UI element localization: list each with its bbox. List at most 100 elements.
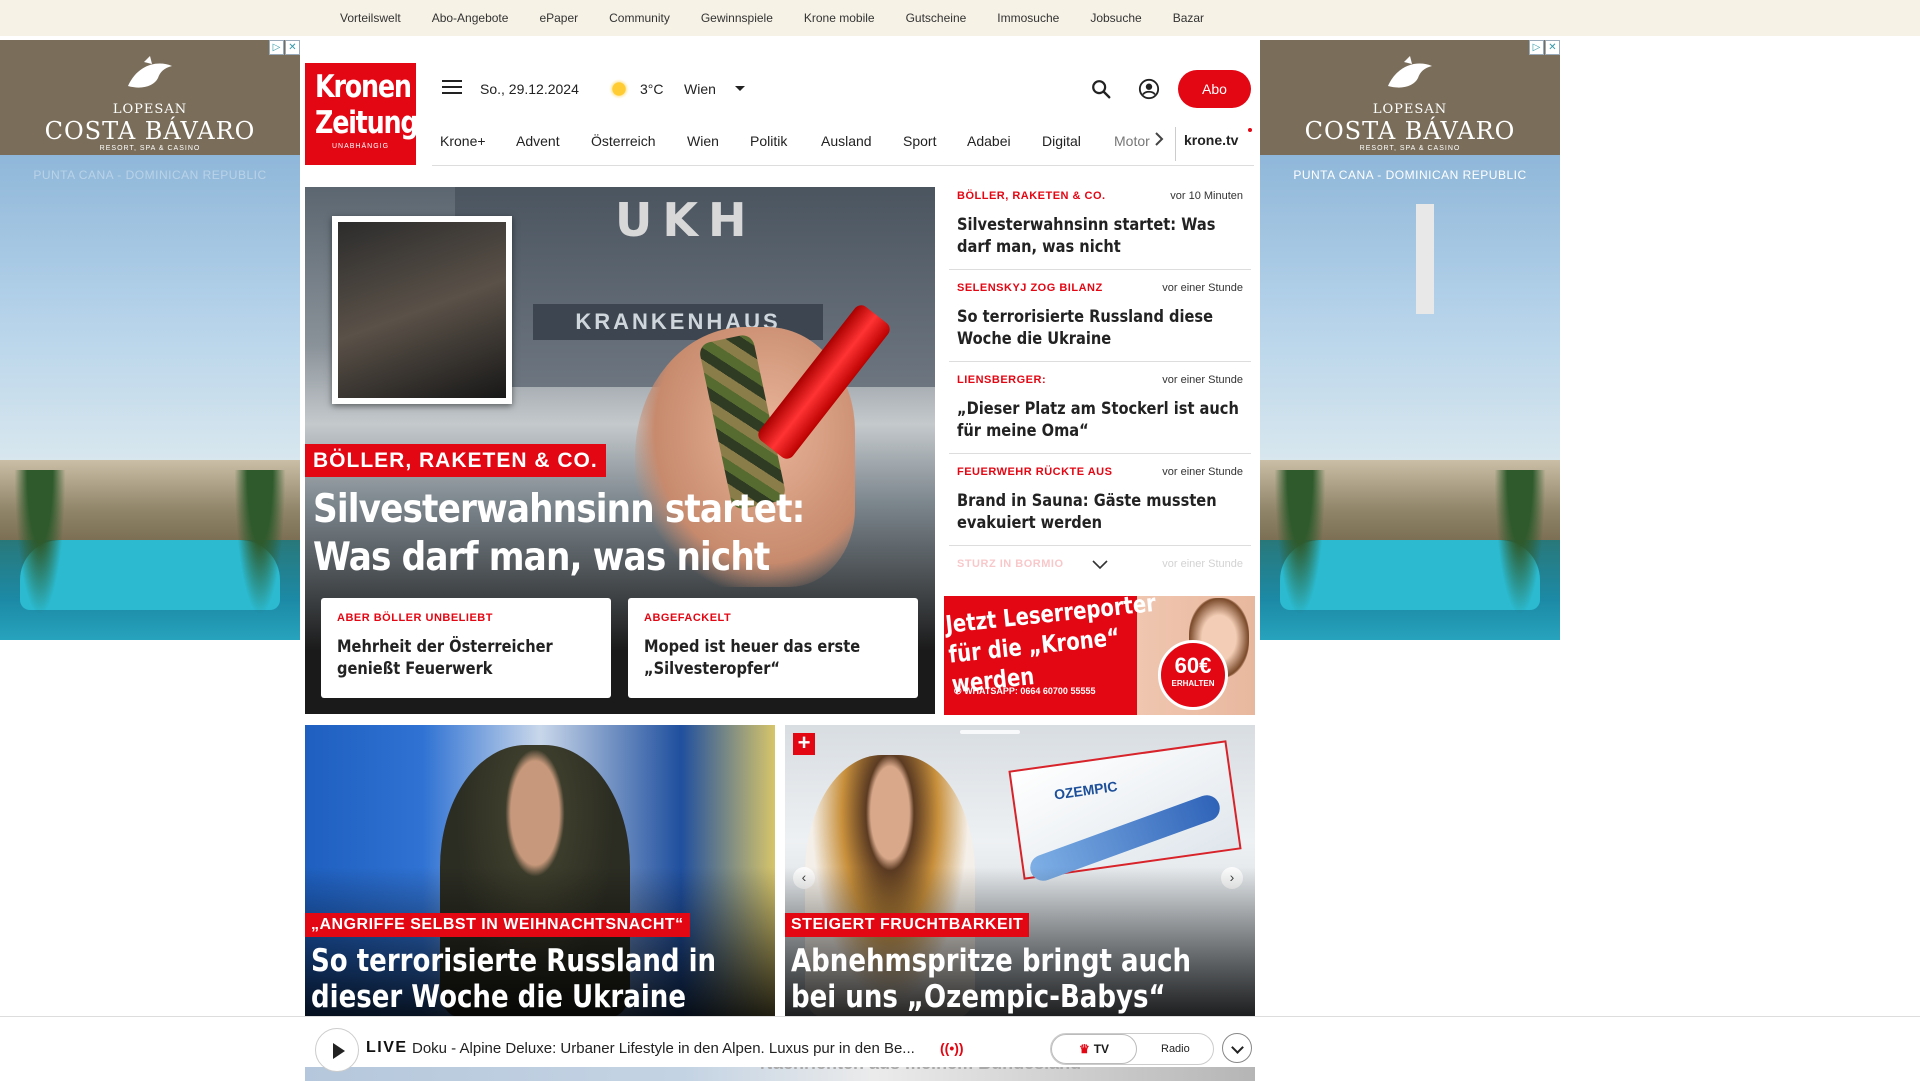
city-selector[interactable]: Wien bbox=[684, 81, 716, 97]
abo-button[interactable]: Abo bbox=[1178, 70, 1251, 108]
ad-palm-image bbox=[1490, 470, 1550, 640]
news-list-item[interactable]: FEUERWEHR RÜCKTE AUS vor einer Stunde Br… bbox=[949, 463, 1251, 546]
radio-toggle-button[interactable]: Radio bbox=[1161, 1034, 1190, 1064]
utility-link-epaper[interactable]: ePaper bbox=[539, 11, 578, 25]
whatsapp-number: WHATSAPP: 0664 60700 55555 bbox=[964, 686, 1096, 696]
nav-item-sport[interactable]: Sport bbox=[903, 133, 936, 149]
live-dot-icon bbox=[1248, 128, 1252, 132]
card-kicker: STEIGERT FRUCHTBARKEIT bbox=[785, 913, 1030, 937]
utility-link-immosuche[interactable]: Immosuche bbox=[997, 11, 1059, 25]
tv-label: TV bbox=[1093, 1042, 1110, 1056]
news-list-item[interactable]: SELENSKYJ ZOG BILANZ vor einer Stunde So… bbox=[949, 279, 1251, 362]
article-card-ozempic[interactable]: OZEMPIC + ‹ › STEIGERT FRUCHTBARKEIT Abn… bbox=[785, 725, 1255, 1017]
carousel-indicator bbox=[960, 730, 1020, 734]
nav-item-oesterreich[interactable]: Österreich bbox=[591, 133, 656, 149]
right-side-ad[interactable]: ▷ ✕ LOPESAN COSTA BÁVARO RESORT, SPA & CA… bbox=[1260, 40, 1560, 640]
utility-link-vorteilswelt[interactable]: Vorteilswelt bbox=[340, 11, 401, 25]
card-headline-line-2: dieser Woche die Ukraine bbox=[311, 979, 686, 1015]
hero-kicker: BÖLLER, RAKETEN & CO. bbox=[305, 444, 606, 477]
ad-brand: LOPESAN COSTA BÁVARO RESORT, SPA & CASIN… bbox=[0, 102, 300, 152]
nav-item-digital[interactable]: Digital bbox=[1042, 133, 1081, 149]
news-kicker: BÖLLER, RAKETEN & CO. bbox=[957, 190, 1106, 202]
hero-sub-article-2[interactable]: ABGEFACKELT Moped ist heuer das erste „S… bbox=[628, 598, 918, 698]
hamburger-menu-icon[interactable] bbox=[442, 80, 462, 96]
search-icon[interactable] bbox=[1090, 78, 1112, 100]
hero-headline[interactable]: Silvesterwahnsinn startet: Was darf man,… bbox=[313, 486, 841, 582]
ad-info-icon[interactable]: ▷ bbox=[269, 40, 284, 55]
ad-close-icon[interactable]: ✕ bbox=[1545, 40, 1560, 55]
sub-article-kicker: ABGEFACKELT bbox=[644, 612, 732, 624]
current-date: So., 29.12.2024 bbox=[480, 81, 579, 97]
chevron-down-icon[interactable] bbox=[1092, 560, 1108, 570]
tv-toggle-button[interactable]: ♛ TV bbox=[1051, 1034, 1137, 1064]
article-card-ukraine[interactable]: „ANGRIFFE SELBST IN WEIHNACHTSNACHT“ So … bbox=[305, 725, 775, 1017]
nav-item-wien[interactable]: Wien bbox=[687, 133, 719, 149]
krone-plus-icon: + bbox=[793, 732, 815, 755]
ad-brand: LOPESAN COSTA BÁVARO RESORT, SPA & CASIN… bbox=[1260, 102, 1560, 152]
left-side-ad[interactable]: ▷ ✕ LOPESAN COSTA BÁVARO RESORT, SPA & CA… bbox=[0, 40, 300, 640]
krone-logo[interactable]: Kronen Zeitung UNABHÄNGIG bbox=[305, 63, 419, 165]
card-headline[interactable]: So terrorisierte Russland in dieser Woch… bbox=[311, 943, 765, 1015]
utility-link-gutscheine[interactable]: Gutscheine bbox=[906, 11, 967, 25]
lopesan-logo-icon bbox=[128, 56, 172, 88]
logo-line-1: Kronen bbox=[314, 69, 412, 105]
news-list-item[interactable]: BÖLLER, RAKETEN & CO. vor 10 Minuten Sil… bbox=[949, 187, 1251, 270]
card-headline[interactable]: Abnehmspritze bringt auch bei uns „Ozemp… bbox=[791, 943, 1245, 1015]
nav-item-adabei[interactable]: Adabei bbox=[967, 133, 1011, 149]
now-playing-title[interactable]: Doku - Alpine Deluxe: Urbaner Lifestyle … bbox=[412, 1040, 915, 1057]
ad-scroll-indicator bbox=[1416, 204, 1434, 314]
news-kicker: LIENSBERGER: bbox=[957, 374, 1047, 386]
ad-brand-main: COSTA BÁVARO bbox=[1304, 117, 1516, 145]
broadcast-icon: ((•)) bbox=[940, 1040, 964, 1056]
hero-article[interactable]: UKH KRANKENHAUS BÖLLER, RAKETEN & CO. Si… bbox=[305, 187, 935, 714]
news-time: vor einer Stunde bbox=[1162, 282, 1243, 294]
ad-brand-sub: RESORT, SPA & CASINO bbox=[99, 145, 201, 152]
sub-article-title: Mehrheit der Österreicher genießt Feuerw… bbox=[337, 637, 553, 679]
utility-links: Vorteilswelt Abo-Angebote ePaper Communi… bbox=[340, 0, 1235, 36]
user-account-icon[interactable] bbox=[1138, 78, 1160, 100]
news-list-item[interactable]: LIENSBERGER: vor einer Stunde „Dieser Pl… bbox=[949, 371, 1251, 454]
ad-choices-badge[interactable]: ▷ ✕ bbox=[269, 40, 300, 55]
nav-item-ausland[interactable]: Ausland bbox=[821, 133, 872, 149]
news-title: So terrorisierte Russland diese Woche di… bbox=[957, 307, 1214, 349]
nav-item-politik[interactable]: Politik bbox=[750, 133, 787, 149]
logo-tagline: UNABHÄNGIG bbox=[331, 143, 390, 150]
leserreporter-banner[interactable]: Jetzt Leserreporter für die „Krone“ werd… bbox=[944, 596, 1255, 715]
hero-sign-ukh: UKH bbox=[615, 193, 757, 247]
nav-divider bbox=[1175, 127, 1176, 161]
utility-link-krone-mobile[interactable]: Krone mobile bbox=[804, 11, 875, 25]
news-title: Brand in Sauna: Gäste mussten evakuiert … bbox=[957, 491, 1217, 533]
utility-link-jobsuche[interactable]: Jobsuche bbox=[1090, 11, 1141, 25]
logo-line-2: Zeitung bbox=[314, 105, 419, 141]
news-time: vor einer Stunde bbox=[1162, 466, 1243, 478]
ad-brand-top: LOPESAN bbox=[112, 102, 188, 117]
ad-close-icon[interactable]: ✕ bbox=[285, 40, 300, 55]
ad-choices-badge[interactable]: ▷ ✕ bbox=[1529, 40, 1560, 55]
chevron-right-icon[interactable] bbox=[1152, 131, 1166, 147]
whatsapp-icon: ✆ bbox=[954, 686, 962, 696]
hero-sub-article-1[interactable]: ABER BÖLLER UNBELIEBT Mehrheit der Öster… bbox=[321, 598, 611, 698]
reporter-price: 60€ bbox=[1174, 653, 1212, 678]
card-headline-line-1: Abnehmspritze bringt auch bbox=[791, 943, 1192, 979]
utility-link-gewinnspiele[interactable]: Gewinnspiele bbox=[701, 11, 773, 25]
ad-info-icon[interactable]: ▷ bbox=[1529, 40, 1544, 55]
news-title: „Dieser Platz am Stockerl ist auch für m… bbox=[957, 399, 1239, 441]
tv-radio-toggle[interactable]: ♛ TV Radio bbox=[1050, 1033, 1214, 1065]
nav-item-advent[interactable]: Advent bbox=[516, 133, 560, 149]
nav-item-krone-plus[interactable]: Krone+ bbox=[440, 133, 486, 149]
play-icon[interactable] bbox=[315, 1028, 359, 1072]
utility-link-community[interactable]: Community bbox=[609, 11, 670, 25]
nav-item-motor[interactable]: Motor bbox=[1114, 133, 1150, 149]
ad-brand-sub: RESORT, SPA & CASINO bbox=[1359, 145, 1461, 152]
expand-player-icon[interactable] bbox=[1222, 1033, 1252, 1063]
utility-link-abo-angebote[interactable]: Abo-Angebote bbox=[432, 11, 509, 25]
news-time: vor einer Stunde bbox=[1162, 374, 1243, 386]
ad-brand-main: COSTA BÁVARO bbox=[44, 117, 256, 145]
utility-link-bazar[interactable]: Bazar bbox=[1173, 11, 1204, 25]
lopesan-logo-icon bbox=[1388, 56, 1432, 88]
live-label: LIVE bbox=[366, 1039, 408, 1056]
crown-icon: ♛ bbox=[1078, 1042, 1090, 1056]
caret-down-icon[interactable] bbox=[735, 86, 745, 91]
sub-article-title: Moped ist heuer das erste „Silvesteropfe… bbox=[644, 637, 861, 679]
nav-item-krone-tv[interactable]: krone.tv bbox=[1184, 132, 1238, 148]
